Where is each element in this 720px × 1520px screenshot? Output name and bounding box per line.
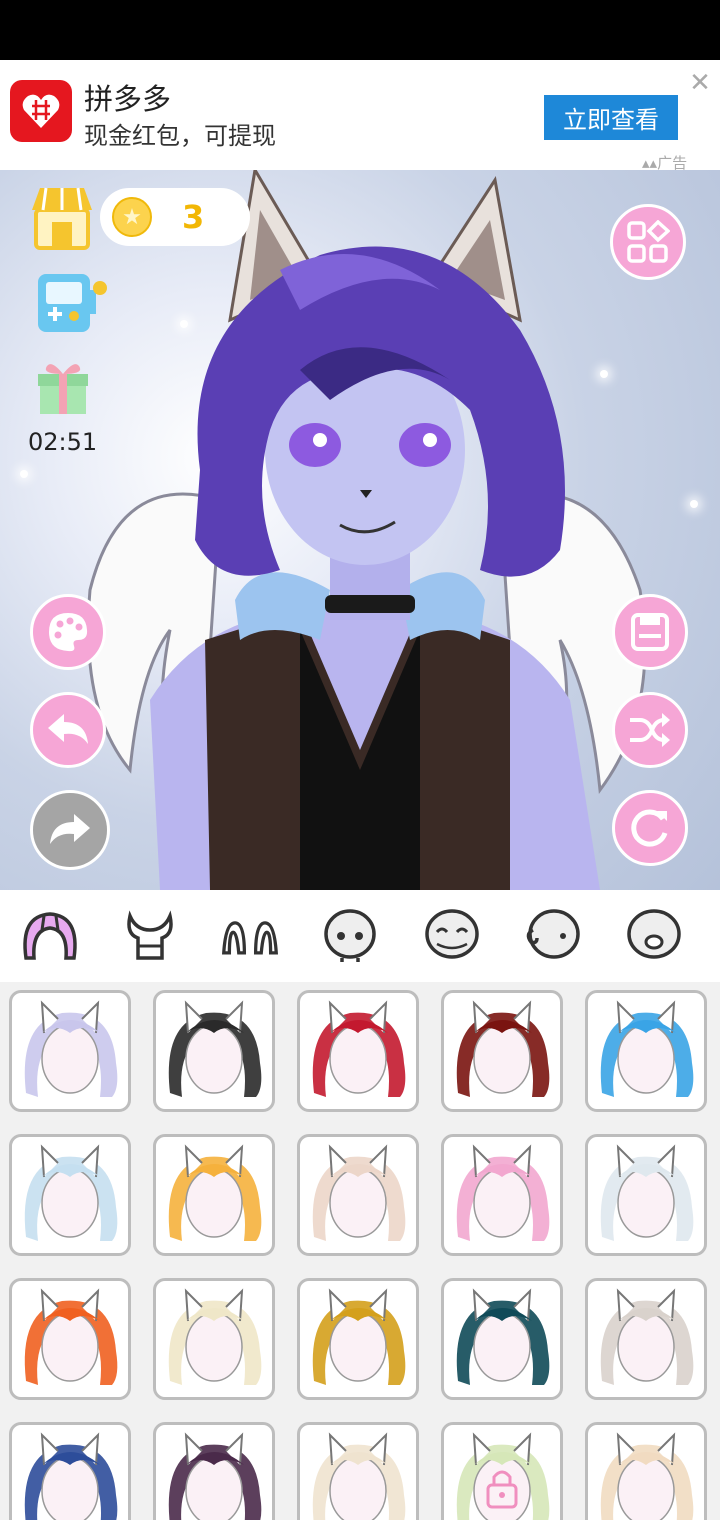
face-icon	[324, 909, 376, 962]
save-button[interactable]	[612, 594, 688, 670]
hair-thumbnail	[168, 1432, 262, 1520]
hair-thumbnail	[24, 1144, 118, 1241]
hair-thumbnail	[456, 1432, 550, 1520]
tab-hair[interactable]	[20, 906, 80, 966]
hair-thumbnail	[600, 1288, 694, 1385]
hair-option[interactable]	[9, 1278, 131, 1400]
save-icon	[631, 613, 669, 651]
hair-option[interactable]	[153, 990, 275, 1112]
coin-count: 3	[182, 198, 205, 236]
palette-button[interactable]	[30, 594, 106, 670]
shop-icon[interactable]	[30, 184, 94, 250]
timer: 02:51	[28, 428, 98, 456]
eyes-icon	[425, 909, 479, 959]
character-stage: ★ 3 02:51	[0, 170, 720, 890]
hair-option[interactable]	[441, 1278, 563, 1400]
hair-thumbnail	[168, 1144, 262, 1241]
palette-icon	[49, 613, 88, 652]
tab-face[interactable]	[320, 906, 380, 966]
shuffle-button[interactable]	[612, 692, 688, 768]
reset-icon	[631, 809, 668, 847]
hair-thumbnail	[456, 1144, 550, 1241]
hair-thumbnail	[312, 1000, 406, 1097]
hair-option[interactable]	[153, 1134, 275, 1256]
tab-ear-face[interactable]	[522, 906, 582, 966]
hair-thumbnail	[24, 1000, 118, 1097]
hair-thumbnail	[600, 1432, 694, 1520]
hair-option[interactable]	[297, 1134, 419, 1256]
hair-thumbnail	[456, 1000, 550, 1097]
hair-thumbnail	[168, 1288, 262, 1385]
grid-menu-icon	[627, 220, 670, 263]
shuffle-icon	[630, 713, 670, 747]
hair-thumbnail	[600, 1000, 694, 1097]
hair-option[interactable]	[297, 990, 419, 1112]
ear-face-icon	[526, 909, 580, 959]
hair-thumbnail	[24, 1432, 118, 1520]
hair-option[interactable]	[297, 1278, 419, 1400]
hair-option[interactable]	[9, 1422, 131, 1520]
tab-ears[interactable]	[220, 906, 280, 966]
horns-icon	[127, 910, 173, 960]
pinduoduo-logo	[10, 80, 72, 142]
hair-icon	[23, 912, 77, 960]
coin-balance: ★ 3	[100, 188, 250, 246]
ears-icon	[222, 921, 278, 955]
status-bar	[0, 0, 720, 60]
reset-button[interactable]	[612, 790, 688, 866]
close-icon[interactable]: ✕	[689, 70, 711, 96]
game-machine-icon[interactable]	[36, 270, 110, 336]
menu-button[interactable]	[610, 204, 686, 280]
category-tabs	[0, 890, 720, 982]
ad-subtitle: 现金红包，可提现	[84, 122, 276, 150]
hair-option[interactable]	[441, 1134, 563, 1256]
hair-option[interactable]	[585, 990, 707, 1112]
hair-option[interactable]	[297, 1422, 419, 1520]
ad-banner[interactable]: 拼多多 现金红包，可提现 立即查看 ✕ ▴▴广告	[0, 60, 720, 172]
undo-icon	[48, 714, 88, 744]
hair-options-grid	[0, 982, 720, 1520]
mouth-icon	[627, 909, 681, 959]
gift-icon[interactable]	[36, 356, 90, 416]
tab-eyes[interactable]	[422, 906, 482, 966]
tab-horns[interactable]	[120, 906, 180, 966]
hair-thumbnail	[312, 1144, 406, 1241]
hair-thumbnail	[168, 1000, 262, 1097]
hair-thumbnail	[312, 1432, 406, 1520]
ad-cta-button[interactable]: 立即查看	[544, 95, 678, 140]
tab-mouth[interactable]	[624, 906, 684, 966]
hair-thumbnail	[456, 1288, 550, 1385]
hair-thumbnail	[600, 1144, 694, 1241]
hair-thumbnail	[24, 1288, 118, 1385]
ad-title: 拼多多	[84, 82, 172, 116]
redo-icon	[50, 814, 90, 844]
hair-option[interactable]	[441, 990, 563, 1112]
hair-option[interactable]	[9, 1134, 131, 1256]
hair-option[interactable]	[441, 1422, 563, 1520]
hair-option[interactable]	[585, 1278, 707, 1400]
hair-option[interactable]	[153, 1422, 275, 1520]
hair-thumbnail	[312, 1288, 406, 1385]
hair-option[interactable]	[585, 1134, 707, 1256]
undo-button[interactable]	[30, 692, 106, 768]
redo-button[interactable]	[30, 790, 110, 870]
coin-icon: ★	[112, 197, 152, 237]
hair-option[interactable]	[585, 1422, 707, 1520]
hair-option[interactable]	[9, 990, 131, 1112]
hair-option[interactable]	[153, 1278, 275, 1400]
